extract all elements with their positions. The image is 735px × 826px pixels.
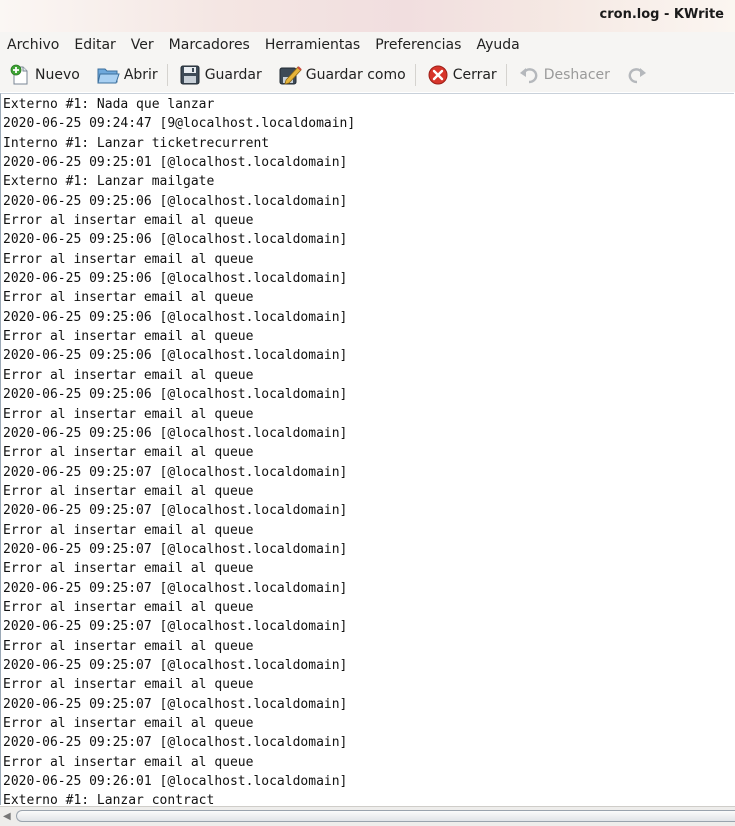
undo-arrow-icon bbox=[519, 68, 538, 84]
editor-line: 2020-06-25 09:25:07 [@localhost.localdom… bbox=[3, 541, 348, 557]
editor-line: Error al insertar email al queue bbox=[3, 638, 254, 654]
editor-line: Externo #1: Lanzar mailgate bbox=[3, 174, 215, 190]
toolbar-separator bbox=[505, 64, 507, 86]
new-button[interactable]: Nuevo bbox=[0, 60, 87, 90]
editor-line: 2020-06-25 09:25:06 [@localhost.localdom… bbox=[3, 387, 348, 403]
editor-line: Externo #1: Nada que lanzar bbox=[3, 97, 215, 112]
toolbar-separator bbox=[414, 64, 416, 86]
menu-herramientas[interactable]: Herramientas bbox=[258, 37, 368, 53]
editor-line: Error al insertar email al queue bbox=[3, 716, 254, 731]
editor-line: 2020-06-25 09:25:07 [@localhost.localdom… bbox=[3, 735, 348, 751]
editor-line: Error al insertar email al queue bbox=[3, 213, 254, 229]
editor-line: Error al insertar email al queue bbox=[3, 406, 254, 422]
editor-line: Error al insertar email al queue bbox=[3, 483, 254, 499]
close-button-label: Cerrar bbox=[452, 67, 497, 83]
editor-line: 2020-06-25 09:25:06 [@localhost.localdom… bbox=[3, 425, 348, 441]
editor-line: 2020-06-25 09:25:06 [@localhost.localdom… bbox=[3, 193, 348, 209]
close-button[interactable]: Cerrar bbox=[418, 60, 504, 90]
editor-line: Error al insertar email al queue bbox=[3, 290, 254, 306]
editor-line: 2020-06-25 09:25:06 [@localhost.localdom… bbox=[3, 348, 348, 364]
toolbar-separator bbox=[166, 64, 168, 86]
undo-button[interactable]: Deshacer bbox=[509, 60, 617, 90]
menu-bar: Archivo Editar Ver Marcadores Herramient… bbox=[0, 32, 735, 58]
menu-ayuda[interactable]: Ayuda bbox=[469, 37, 527, 53]
menu-ver[interactable]: Ver bbox=[124, 37, 162, 53]
editor-line: Error al insertar email al queue bbox=[3, 367, 254, 383]
horizontal-scrollbar[interactable]: ◀ bbox=[0, 806, 735, 826]
editor-line: Error al insertar email al queue bbox=[3, 329, 254, 345]
window-title: cron.log - KWrite bbox=[599, 7, 724, 22]
undo-button-label: Deshacer bbox=[543, 67, 610, 83]
horizontal-scroll-thumb[interactable] bbox=[16, 810, 735, 822]
menu-archivo[interactable]: Archivo bbox=[0, 37, 67, 53]
editor-line: Error al insertar email al queue bbox=[3, 445, 254, 461]
editor-lines: Externo #1: Nada que lanzar 2020-06-25 09… bbox=[1, 94, 734, 805]
new-document-icon bbox=[10, 64, 28, 85]
save-as-button-label: Guardar como bbox=[305, 67, 406, 83]
editor-line: Error al insertar email al queue bbox=[3, 754, 254, 770]
editor-line: Error al insertar email al queue bbox=[3, 561, 254, 577]
editor-line: Error al insertar email al queue bbox=[3, 251, 254, 267]
new-button-label: Nuevo bbox=[35, 67, 80, 83]
open-button[interactable]: Abrir bbox=[87, 60, 165, 90]
scroll-left-arrow-icon[interactable]: ◀ bbox=[3, 811, 11, 822]
open-button-label: Abrir bbox=[123, 67, 158, 83]
save-as-pencil-icon bbox=[279, 66, 302, 85]
menu-editar[interactable]: Editar bbox=[67, 37, 123, 53]
floppy-disk-icon bbox=[180, 65, 200, 85]
close-red-circle-icon bbox=[428, 65, 448, 85]
editor-line: 2020-06-25 09:26:01 [@localhost.localdom… bbox=[3, 774, 348, 790]
editor-line: 2020-06-25 09:25:07 [@localhost.localdom… bbox=[3, 464, 348, 480]
editor-line: 2020-06-25 09:25:07 [@localhost.localdom… bbox=[3, 696, 348, 712]
title-bar: cron.log - KWrite bbox=[0, 0, 735, 32]
save-button-label: Guardar bbox=[204, 67, 262, 83]
editor-line: Error al insertar email al queue bbox=[3, 677, 254, 693]
editor-line: 2020-06-25 09:25:06 [@localhost.localdom… bbox=[3, 271, 348, 287]
menu-preferencias[interactable]: Preferencias bbox=[368, 37, 469, 53]
menu-marcadores[interactable]: Marcadores bbox=[162, 37, 258, 53]
editor-line: 2020-06-25 09:25:06 [@localhost.localdom… bbox=[3, 309, 348, 325]
editor-line: Error al insertar email al queue bbox=[3, 599, 254, 615]
save-button[interactable]: Guardar bbox=[170, 60, 269, 90]
editor-line: 2020-06-25 09:25:01 [@localhost.localdom… bbox=[3, 155, 348, 171]
editor-line: Externo #1: Lanzar contract bbox=[3, 793, 215, 805]
editor-line: 2020-06-25 09:25:07 [@localhost.localdom… bbox=[3, 580, 348, 596]
redo-arrow-icon bbox=[628, 68, 646, 84]
redo-button[interactable] bbox=[617, 60, 659, 90]
editor-line: Interno #1: Lanzar ticketrecurrent bbox=[3, 135, 270, 151]
save-as-button[interactable]: Guardar como bbox=[269, 60, 413, 90]
editor-line: 2020-06-25 09:25:07 [@localhost.localdom… bbox=[3, 657, 348, 673]
editor-line: 2020-06-25 09:24:47 [9@localhost.localdo… bbox=[3, 116, 356, 132]
main-toolbar: Nuevo Abrir Guardar Guardar como Cerrar … bbox=[0, 58, 735, 92]
editor-line: Error al insertar email al queue bbox=[3, 522, 254, 538]
editor-line: 2020-06-25 09:25:07 [@localhost.localdom… bbox=[3, 619, 348, 635]
text-editor-area[interactable]: Externo #1: Nada que lanzar 2020-06-25 09… bbox=[0, 93, 734, 805]
open-folder-icon bbox=[97, 68, 120, 84]
editor-line: 2020-06-25 09:25:06 [@localhost.localdom… bbox=[3, 232, 348, 248]
editor-line: 2020-06-25 09:25:07 [@localhost.localdom… bbox=[3, 503, 348, 519]
